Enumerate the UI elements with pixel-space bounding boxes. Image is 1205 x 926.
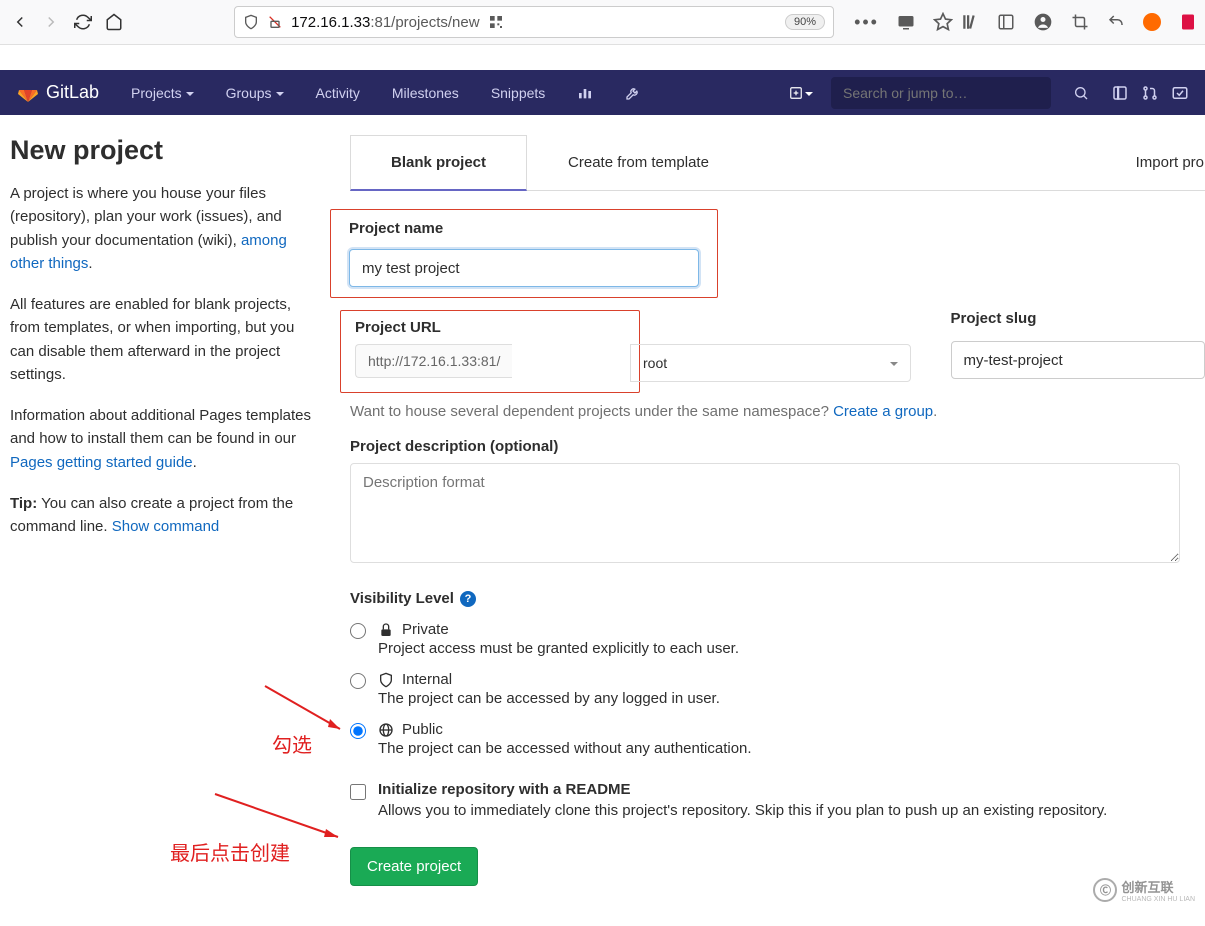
readme-desc: Allows you to immediately clone this pro… — [378, 802, 1107, 819]
nav-snippets[interactable]: Snippets — [479, 85, 557, 101]
nav-plus-button[interactable] — [783, 81, 819, 105]
create-project-button[interactable]: Create project — [350, 847, 478, 886]
tab-import-project[interactable]: Import pro — [1095, 135, 1205, 190]
create-group-link[interactable]: Create a group — [833, 403, 933, 420]
monitor-icon[interactable] — [897, 13, 915, 31]
project-slug-input[interactable] — [951, 341, 1205, 379]
gitlab-logo[interactable]: GitLab — [16, 81, 99, 105]
zoom-badge[interactable]: 90% — [785, 14, 825, 30]
project-name-label: Project name — [349, 220, 699, 237]
nav-activity[interactable]: Activity — [304, 85, 372, 101]
project-desc-input[interactable] — [350, 463, 1180, 563]
tabs: Blank project Create from template Impor… — [350, 135, 1205, 191]
back-button[interactable] — [8, 6, 32, 38]
sidebar-icon[interactable] — [997, 13, 1015, 31]
extension-icon[interactable] — [1143, 13, 1161, 31]
star-icon[interactable] — [933, 12, 953, 32]
private-desc: Project access must be granted explicitl… — [378, 640, 1205, 657]
merge-request-icon[interactable] — [1141, 84, 1159, 102]
visibility-private[interactable]: Private Project access must be granted e… — [350, 621, 1205, 657]
undo-icon[interactable] — [1107, 13, 1125, 31]
tab-create-template[interactable]: Create from template — [527, 135, 750, 190]
url-bar[interactable]: 172.16.1.33:81/projects/new 90% — [234, 6, 834, 38]
sidebar-desc-3: Information about additional Pages templ… — [10, 404, 320, 474]
shield-icon — [243, 14, 259, 30]
page-title: New project — [10, 135, 320, 166]
tanuki-icon — [16, 81, 40, 105]
nav-projects[interactable]: Projects — [119, 85, 206, 101]
chevron-down-icon — [890, 355, 898, 371]
issues-icon[interactable] — [1111, 84, 1129, 102]
watermark-brand: 创新互联 — [1121, 877, 1195, 896]
pdf-icon[interactable] — [1179, 13, 1197, 31]
plus-icon — [789, 86, 803, 100]
nav-milestones[interactable]: Milestones — [380, 85, 471, 101]
namespace-hint: Want to house several dependent projects… — [350, 403, 1205, 420]
radio-private[interactable] — [350, 623, 366, 639]
search-input[interactable] — [831, 77, 1051, 109]
dots-icon[interactable]: ••• — [854, 12, 879, 33]
project-desc-label: Project description (optional) — [350, 438, 1205, 455]
watermark-icon: Ⓒ — [1093, 878, 1117, 902]
lock-slash-icon — [267, 14, 283, 30]
globe-icon — [378, 722, 394, 738]
browser-chrome: 172.16.1.33:81/projects/new 90% ••• — [0, 0, 1205, 45]
show-command-link[interactable]: Show command — [112, 518, 220, 535]
search-button[interactable] — [1063, 85, 1099, 101]
visibility-public[interactable]: Public The project can be accessed witho… — [350, 721, 1205, 757]
reload-button[interactable] — [71, 6, 95, 38]
private-title: Private — [402, 621, 449, 638]
forward-button[interactable] — [40, 6, 64, 38]
readme-checkbox[interactable] — [350, 784, 366, 800]
namespace-select[interactable]: root — [630, 344, 911, 382]
namespace-value: root — [643, 355, 667, 371]
qr-icon[interactable] — [488, 14, 504, 30]
sidebar: New project A project is where you house… — [10, 135, 350, 886]
help-icon[interactable]: ? — [460, 591, 476, 607]
home-button[interactable] — [103, 6, 127, 38]
internal-title: Internal — [402, 671, 452, 688]
project-url-group: Project URL http://172.16.1.33:81/ — [340, 310, 640, 393]
account-icon[interactable] — [1033, 12, 1053, 32]
radio-public[interactable] — [350, 723, 366, 739]
readme-row[interactable]: Initialize repository with a README Allo… — [350, 781, 1205, 819]
gitlab-nav: GitLab Projects Groups Activity Mileston… — [0, 70, 1205, 115]
nav-wrench-icon[interactable] — [613, 85, 653, 101]
sidebar-desc-1: A project is where you house your files … — [10, 182, 320, 275]
main-content: Blank project Create from template Impor… — [350, 135, 1205, 886]
tab-blank-project[interactable]: Blank project — [350, 135, 527, 191]
chevron-down-icon — [186, 85, 194, 101]
public-desc: The project can be accessed without any … — [378, 740, 1205, 757]
chevron-down-icon — [805, 85, 813, 101]
pages-guide-link[interactable]: Pages getting started guide — [10, 454, 193, 471]
readme-label: Initialize repository with a README — [378, 781, 1107, 798]
library-icon[interactable] — [961, 13, 979, 31]
visibility-label: Visibility Level ? — [350, 590, 1205, 607]
project-slug-label: Project slug — [951, 310, 1205, 327]
project-name-input[interactable] — [349, 249, 699, 287]
nav-groups[interactable]: Groups — [214, 85, 296, 101]
project-url-label: Project URL — [355, 319, 625, 336]
sidebar-desc-2: All features are enabled for blank proje… — [10, 293, 320, 386]
watermark: Ⓒ 创新互联 CHUANG XIN HU LIAN — [1093, 877, 1195, 903]
crop-icon[interactable] — [1071, 13, 1089, 31]
nav-chart-icon[interactable] — [565, 85, 605, 101]
shield-icon — [378, 672, 394, 688]
watermark-sub: CHUANG XIN HU LIAN — [1121, 896, 1195, 903]
lock-icon — [378, 622, 394, 638]
brand-text: GitLab — [46, 82, 99, 103]
public-title: Public — [402, 721, 443, 738]
project-url-base: http://172.16.1.33:81/ — [355, 344, 512, 378]
visibility-internal[interactable]: Internal The project can be accessed by … — [350, 671, 1205, 707]
internal-desc: The project can be accessed by any logge… — [378, 690, 1205, 707]
chevron-down-icon — [276, 85, 284, 101]
sidebar-desc-4: Tip: You can also create a project from … — [10, 492, 320, 539]
todo-icon[interactable] — [1171, 84, 1189, 102]
url-text: 172.16.1.33:81/projects/new — [291, 14, 479, 31]
radio-internal[interactable] — [350, 673, 366, 689]
